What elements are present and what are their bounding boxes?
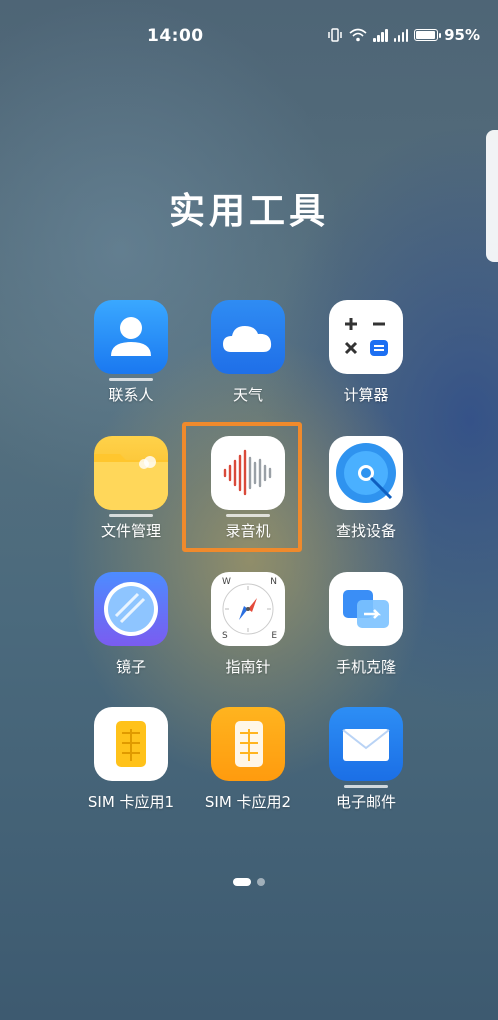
- app-label: 镜子: [115, 658, 146, 676]
- app-email[interactable]: 电子邮件: [311, 707, 421, 812]
- app-label: 电子邮件: [335, 793, 396, 811]
- compass-letter-s: S: [222, 631, 228, 641]
- compass-letter-e: N: [270, 577, 277, 587]
- page-indicator: [0, 878, 498, 886]
- new-install-indicator: [109, 378, 153, 381]
- app-label: 天气: [232, 386, 263, 404]
- app-contacts[interactable]: 联系人: [76, 300, 186, 405]
- email-icon: [329, 707, 403, 781]
- page-dot-active[interactable]: [233, 878, 251, 886]
- app-label: 指南针: [225, 658, 271, 676]
- contacts-icon: [94, 300, 168, 374]
- sim-card-1-icon: [94, 707, 168, 781]
- app-label: SIM 卡应用2: [204, 793, 292, 811]
- battery-icon: [414, 29, 442, 41]
- vibrate-icon: [328, 28, 342, 42]
- app-sim-1[interactable]: SIM 卡应用1: [76, 707, 186, 812]
- files-icon: [94, 436, 168, 510]
- status-bar: 14:00 95%: [0, 0, 498, 70]
- wifi-icon: [349, 28, 367, 42]
- phone-clone-icon: [329, 572, 403, 646]
- compass-icon: W N S E: [211, 572, 285, 646]
- app-label: 手机克隆: [335, 658, 396, 676]
- app-label: SIM 卡应用1: [87, 793, 175, 811]
- app-label: 计算器: [343, 386, 389, 404]
- app-label: 文件管理: [100, 522, 161, 540]
- app-calculator[interactable]: 计算器: [311, 300, 421, 405]
- app-label: 联系人: [108, 386, 154, 404]
- app-find-device[interactable]: 查找设备: [311, 436, 421, 541]
- compass-letter-w: E: [271, 631, 277, 641]
- new-install-indicator: [109, 514, 153, 517]
- signal-strength-2-icon: [393, 28, 409, 42]
- status-time: 14:00: [147, 26, 204, 46]
- app-file-manager[interactable]: 文件管理: [76, 436, 186, 541]
- battery-percent: 95%: [444, 26, 480, 44]
- app-sim-2[interactable]: SIM 卡应用2: [193, 707, 303, 812]
- app-phone-clone[interactable]: 手机克隆: [311, 572, 421, 677]
- folder-title: 实用工具: [168, 191, 329, 232]
- mirror-icon: [94, 572, 168, 646]
- selection-highlight: [182, 422, 302, 552]
- new-install-indicator: [344, 785, 388, 788]
- sim-card-2-icon: [211, 707, 285, 781]
- compass-letter-n: W: [222, 577, 231, 587]
- page-dot[interactable]: [257, 878, 265, 886]
- signal-strength-1-icon: [373, 28, 388, 42]
- status-icons: 95%: [327, 26, 480, 44]
- app-mirror[interactable]: 镜子: [76, 572, 186, 677]
- app-label: 查找设备: [335, 522, 396, 540]
- calculator-icon: [329, 300, 403, 374]
- app-weather[interactable]: 天气: [193, 300, 303, 405]
- weather-icon: [211, 300, 285, 374]
- app-compass[interactable]: W N S E 指南针: [193, 572, 303, 677]
- find-device-icon: [329, 436, 403, 510]
